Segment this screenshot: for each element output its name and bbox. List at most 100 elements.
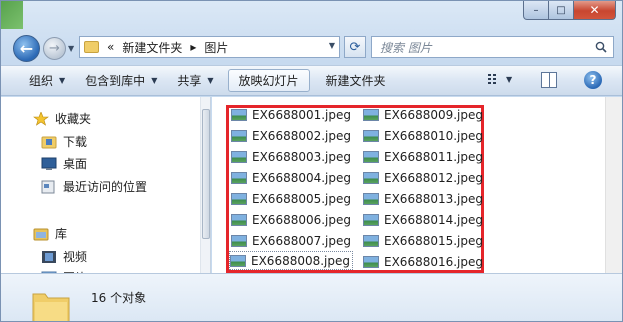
sidebar-item-videos[interactable]: 视频	[41, 248, 87, 265]
star-icon	[33, 111, 49, 126]
file-name: EX6688001.jpeg	[252, 107, 352, 122]
chevron-down-icon: ▼	[207, 76, 214, 85]
recent-places-icon	[41, 180, 55, 193]
file-name: EX6688014.jpeg	[384, 212, 484, 227]
explorer-window: – □ ✕ ← → ▼ « 新建文件夹 ▸ 图片 ▼ ⟳ 搜索 图片 组织 ▼ …	[0, 0, 623, 322]
share-menu[interactable]: 共享 ▼	[169, 69, 221, 92]
image-file-icon	[363, 255, 379, 268]
arrow-right-icon: →	[49, 41, 60, 56]
image-file-icon	[363, 108, 379, 121]
desktop-icon	[41, 157, 57, 170]
sidebar-item-label: 库	[55, 227, 68, 241]
folder-icon	[32, 293, 70, 321]
image-file-icon	[231, 192, 247, 205]
image-file-icon	[231, 129, 247, 142]
change-view-button[interactable]: ▼	[488, 73, 512, 85]
film-icon	[42, 250, 56, 263]
sidebar-item-label: 收藏夹	[55, 112, 92, 126]
sidebar-item-desktop[interactable]: 桌面	[41, 155, 87, 172]
image-file-icon	[231, 234, 247, 247]
search-input[interactable]: 搜索 图片	[371, 36, 614, 58]
image-file-icon	[363, 234, 379, 247]
file-name: EX6688002.jpeg	[252, 128, 352, 143]
folder-icon	[84, 41, 99, 53]
file-item[interactable]: EX6688012.jpeg	[363, 168, 487, 187]
file-item-focused[interactable]: EX6688008.jpeg	[229, 251, 353, 270]
sidebar-item-libraries[interactable]: 库	[33, 225, 67, 242]
help-button[interactable]: ?	[584, 71, 602, 89]
file-name: EX6688011.jpeg	[384, 149, 484, 164]
back-button[interactable]: ←	[13, 35, 40, 62]
file-name: EX6688010.jpeg	[384, 128, 484, 143]
desktop-background-glimpse	[1, 1, 23, 29]
details-pane: 16 个对象	[1, 273, 622, 321]
sidebar-item-label: 下载	[63, 135, 88, 149]
file-name: EX6688006.jpeg	[252, 212, 352, 227]
file-item[interactable]: EX6688010.jpeg	[363, 126, 487, 145]
file-name: EX6688005.jpeg	[252, 191, 352, 206]
view-list-icon	[488, 74, 496, 84]
image-file-icon	[231, 108, 247, 121]
file-list-pane: EX6688001.jpeg EX6688002.jpeg EX6688003.…	[212, 97, 622, 273]
maximize-button[interactable]: □	[549, 1, 574, 20]
sidebar-item-label: 桌面	[63, 157, 88, 171]
file-item[interactable]: EX6688013.jpeg	[363, 189, 487, 208]
refresh-icon: ⟳	[349, 39, 361, 55]
forward-button[interactable]: →	[43, 37, 66, 60]
file-item[interactable]: EX6688005.jpeg	[231, 189, 355, 208]
file-item[interactable]: EX6688001.jpeg	[231, 105, 355, 124]
image-file-icon	[231, 150, 247, 163]
file-item[interactable]: EX6688015.jpeg	[363, 231, 487, 250]
file-name: EX6688007.jpeg	[252, 233, 352, 248]
breadcrumb-separator[interactable]: ▸	[190, 40, 196, 54]
breadcrumb-new-folder[interactable]: 新建文件夹	[122, 39, 182, 56]
address-dropdown[interactable]: ▼	[329, 41, 335, 50]
include-in-library-menu[interactable]: 包含到库中 ▼	[77, 69, 165, 92]
file-item[interactable]: EX6688014.jpeg	[363, 210, 487, 229]
breadcrumb-pictures[interactable]: 图片	[204, 39, 228, 56]
sidebar-item-downloads[interactable]: 下载	[41, 133, 87, 150]
refresh-button[interactable]: ⟳	[344, 36, 366, 58]
chevron-down-icon: ▼	[151, 76, 158, 85]
image-file-icon	[363, 129, 379, 142]
file-item[interactable]: EX6688009.jpeg	[363, 105, 487, 124]
file-name: EX6688004.jpeg	[252, 170, 352, 185]
chevron-down-icon: ▼	[506, 74, 513, 84]
file-name: EX6688009.jpeg	[384, 107, 484, 122]
share-label: 共享	[177, 74, 202, 88]
slideshow-button[interactable]: 放映幻灯片	[227, 69, 310, 92]
window-controls: – □ ✕	[523, 1, 616, 20]
image-file-icon	[231, 213, 247, 226]
breadcrumb-overflow[interactable]: «	[107, 40, 114, 54]
file-name: EX6688003.jpeg	[252, 149, 352, 164]
image-file-icon	[230, 254, 246, 267]
library-icon	[33, 228, 49, 240]
item-count: 16 个对象	[91, 291, 147, 305]
address-bar[interactable]: « 新建文件夹 ▸ 图片 ▼	[79, 36, 340, 58]
minimize-button[interactable]: –	[523, 1, 549, 20]
close-button[interactable]: ✕	[574, 1, 616, 20]
image-file-icon	[363, 192, 379, 205]
file-item[interactable]: EX6688016.jpeg	[363, 252, 487, 271]
include-in-library-label: 包含到库中	[85, 74, 146, 88]
file-list-scrollbar[interactable]	[605, 97, 622, 273]
file-item[interactable]: EX6688004.jpeg	[231, 168, 355, 187]
file-item[interactable]: EX6688006.jpeg	[231, 210, 355, 229]
preview-pane-button[interactable]	[541, 72, 557, 88]
recent-pages-dropdown[interactable]: ▼	[68, 44, 74, 53]
organize-menu[interactable]: 组织 ▼	[21, 69, 73, 92]
file-name: EX6688012.jpeg	[384, 170, 484, 185]
file-item[interactable]: EX6688002.jpeg	[231, 126, 355, 145]
new-folder-button[interactable]: 新建文件夹	[318, 69, 394, 92]
sidebar-item-favorites[interactable]: 收藏夹	[33, 110, 91, 127]
scrollbar-thumb[interactable]	[202, 109, 210, 239]
file-item[interactable]: EX6688011.jpeg	[363, 147, 487, 166]
sidebar-item-recent[interactable]: 最近访问的位置	[41, 178, 147, 195]
sidebar-item-label: 视频	[63, 250, 88, 264]
arrow-left-icon: ←	[19, 39, 34, 58]
file-item[interactable]: EX6688007.jpeg	[231, 231, 355, 250]
file-item[interactable]: EX6688003.jpeg	[231, 147, 355, 166]
navigation-pane: 收藏夹 下载 桌面 最近访问的位置 库 视频	[1, 97, 211, 273]
navigation-scrollbar[interactable]	[200, 97, 210, 273]
slideshow-label: 放映幻灯片	[238, 74, 299, 88]
